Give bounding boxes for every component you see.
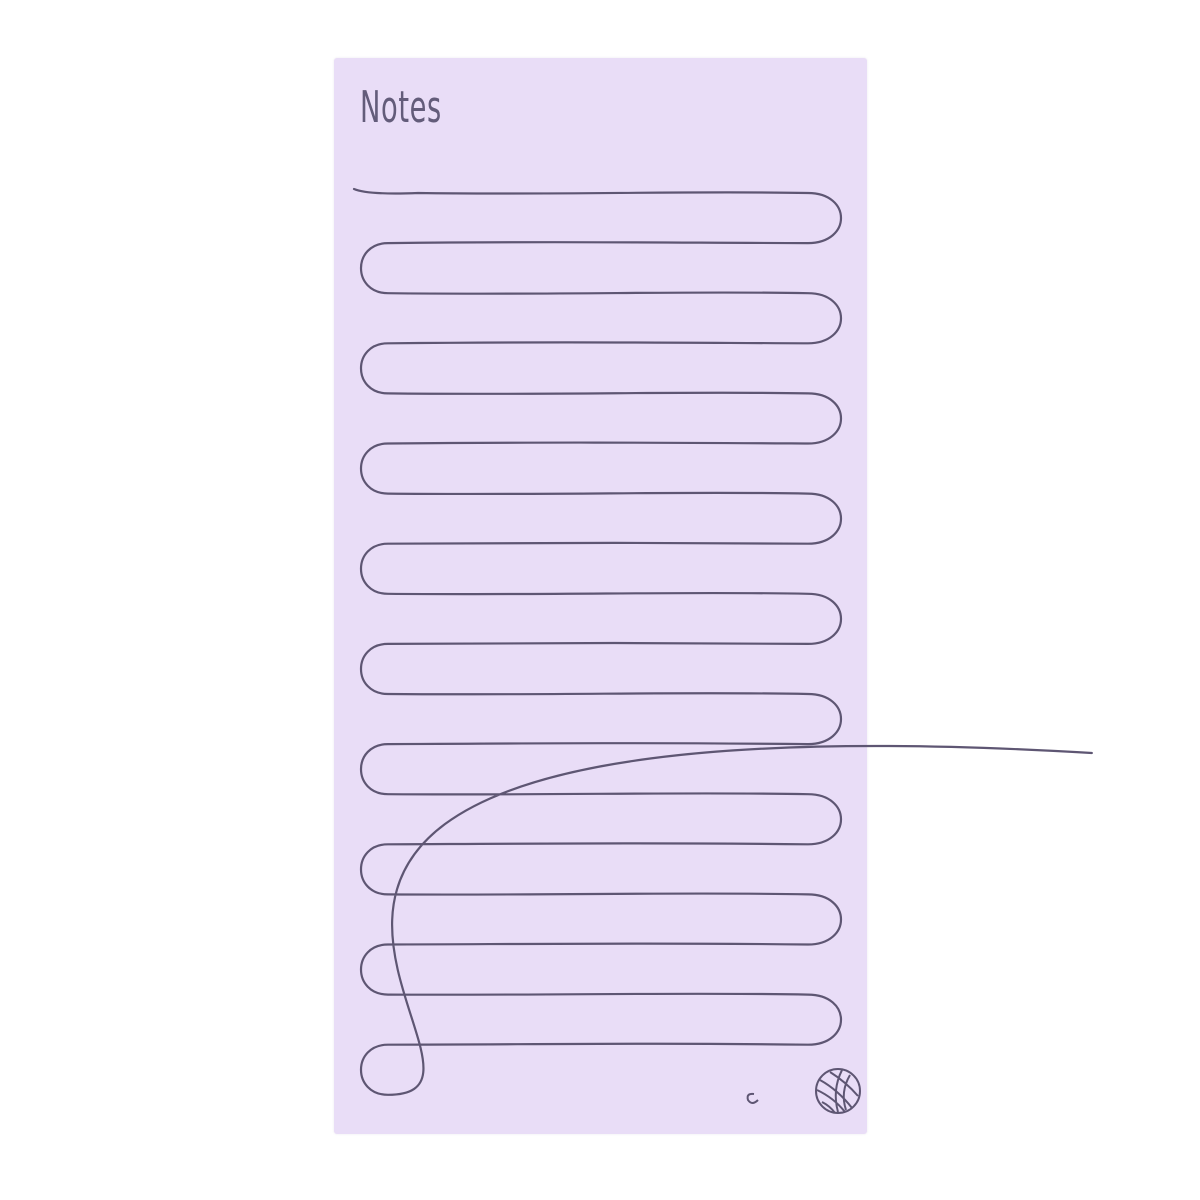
string-loop bbox=[746, 1092, 759, 1104]
yarn-ball-icon bbox=[815, 1068, 861, 1114]
yarn-line-drawing bbox=[352, 187, 1093, 1114]
yarn-string bbox=[352, 187, 1093, 1096]
